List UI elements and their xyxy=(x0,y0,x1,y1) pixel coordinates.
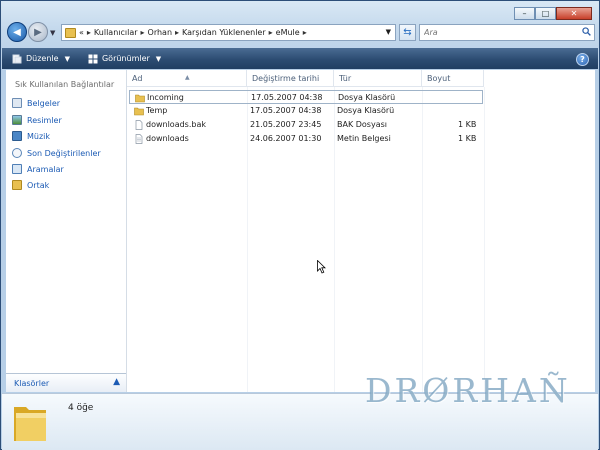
column-header-label: Boyut xyxy=(427,74,451,83)
music-icon xyxy=(12,131,22,141)
folder-icon xyxy=(65,27,76,38)
help-button[interactable]: ? xyxy=(576,53,589,66)
chevron-right-icon[interactable]: ▸ xyxy=(269,28,273,37)
breadcrumb-emule[interactable]: eMule xyxy=(276,28,300,37)
chevron-down-icon: ▼ xyxy=(64,54,70,63)
sidebar-item-resimler[interactable]: Resimler xyxy=(12,115,62,125)
sort-ascending-icon: ▲ xyxy=(185,74,190,81)
file-row-temp[interactable]: Temp 17.05.2007 04:38 Dosya Klasörü xyxy=(129,104,483,118)
views-icon xyxy=(88,54,98,63)
file-name: downloads.bak xyxy=(146,120,207,129)
column-divider xyxy=(484,87,485,392)
column-header-type[interactable]: Tür xyxy=(334,70,422,87)
chevron-right-icon[interactable]: ▸ xyxy=(175,28,179,37)
arrow-right-icon: ▶ xyxy=(34,26,42,38)
breadcrumb-orhan[interactable]: Orhan xyxy=(148,28,173,37)
file-date: 17.05.2007 04:38 xyxy=(251,93,323,102)
column-header-date[interactable]: Değiştirme tarihi xyxy=(247,70,334,87)
file-row-incoming[interactable]: Incoming 17.05.2007 04:38 Dosya Klasörü xyxy=(129,90,483,104)
sidebar-item-label: Son Değiştirilenler xyxy=(27,148,101,158)
recent-pages-dropdown-icon[interactable]: ▼ xyxy=(50,29,55,37)
chevron-down-icon: ▼ xyxy=(155,54,162,63)
folder-icon xyxy=(135,94,145,103)
file-date: 24.06.2007 01:30 xyxy=(250,134,322,143)
organize-label: Düzenle xyxy=(26,54,59,63)
breadcrumb-overflow[interactable]: « xyxy=(79,28,84,37)
file-type: BAK Dosyası xyxy=(337,120,387,129)
chevron-up-icon: ▲ xyxy=(113,377,120,387)
navigation-bar: ◀ ▶ ▼ « ▸ Kullanıcılar ▸ Orhan ▸ Karşıda… xyxy=(5,19,595,45)
pictures-icon xyxy=(12,115,22,125)
folders-label: Klasörler xyxy=(14,378,50,388)
organize-button[interactable]: Düzenle ▼ xyxy=(2,48,78,69)
file-date: 17.05.2007 04:38 xyxy=(250,106,322,115)
arrow-left-icon: ◀ xyxy=(13,26,21,38)
organize-icon xyxy=(12,54,22,63)
breadcrumb-kullanicilar[interactable]: Kullanıcılar xyxy=(94,28,138,37)
file-date: 21.05.2007 23:45 xyxy=(250,120,322,129)
sidebar-item-son-degistirilenler[interactable]: Son Değiştirilenler xyxy=(12,148,101,158)
views-label: Görünümler xyxy=(101,54,150,63)
refresh-icon: ⇆ xyxy=(403,27,412,38)
column-header-name[interactable]: Ad ▲ xyxy=(127,70,247,87)
column-header-label: Ad xyxy=(132,74,143,83)
search-box xyxy=(419,24,595,41)
searches-icon xyxy=(12,164,22,174)
text-file-icon xyxy=(135,134,143,144)
file-name: Temp xyxy=(146,106,168,115)
column-header-label: Tür xyxy=(339,74,352,83)
address-bar[interactable]: « ▸ Kullanıcılar ▸ Orhan ▸ Karşıdan Yükl… xyxy=(61,24,396,41)
file-type: Dosya Klasörü xyxy=(337,106,395,115)
sidebar-item-label: Müzik xyxy=(27,131,51,141)
item-count: 4 öğe xyxy=(68,403,94,413)
file-size: 1 KB xyxy=(458,134,477,143)
file-list: Ad ▲ Değiştirme tarihi Tür Boyut Incomin… xyxy=(127,70,595,392)
command-toolbar: Düzenle ▼ Görünümler ▼ ? xyxy=(2,48,598,69)
search-input[interactable] xyxy=(420,25,574,40)
sidebar-item-label: Belgeler xyxy=(27,98,61,108)
sidebar-item-label: Resimler xyxy=(27,115,62,125)
back-button[interactable]: ◀ xyxy=(7,22,27,42)
folder-icon xyxy=(134,107,144,116)
chevron-right-icon[interactable]: ▸ xyxy=(303,28,307,37)
file-size: 1 KB xyxy=(458,120,477,129)
sidebar-item-ortak[interactable]: Ortak xyxy=(12,180,49,190)
folders-toggle[interactable]: Klasörler ▲ xyxy=(6,373,126,392)
explorer-window: – □ ✕ ◀ ▶ ▼ « ▸ Kullanıcılar ▸ Orhan ▸ K… xyxy=(0,0,600,450)
forward-button[interactable]: ▶ xyxy=(28,22,48,42)
watermark-logo: DRØRHAÑ xyxy=(365,371,571,410)
file-icon xyxy=(135,120,143,130)
documents-icon xyxy=(12,98,22,108)
file-name: Incoming xyxy=(147,93,184,102)
views-button[interactable]: Görünümler ▼ xyxy=(78,48,169,69)
file-row-downloads-bak[interactable]: downloads.bak 21.05.2007 23:45 BAK Dosya… xyxy=(129,118,483,132)
sidebar-item-label: Aramalar xyxy=(27,164,64,174)
favorite-links-heading: Sık Kullanılan Bağlantılar xyxy=(15,80,115,89)
address-dropdown-icon[interactable]: ▼ xyxy=(386,28,391,36)
mouse-cursor-icon xyxy=(317,260,326,274)
breadcrumb-downloads[interactable]: Karşıdan Yüklenenler xyxy=(182,28,266,37)
column-header-size[interactable]: Boyut xyxy=(422,70,484,87)
refresh-button[interactable]: ⇆ xyxy=(399,24,416,41)
public-folder-icon xyxy=(12,180,22,190)
recent-icon xyxy=(12,148,22,158)
sidebar-item-label: Ortak xyxy=(27,180,50,190)
sidebar-item-muzik[interactable]: Müzik xyxy=(12,131,50,141)
file-name: downloads xyxy=(146,134,189,143)
file-row-downloads[interactable]: downloads 24.06.2007 01:30 Metin Belgesi… xyxy=(129,132,483,146)
file-type: Dosya Klasörü xyxy=(338,93,396,102)
sidebar-item-belgeler[interactable]: Belgeler xyxy=(12,98,60,108)
sidebar-item-aramalar[interactable]: Aramalar xyxy=(12,164,64,174)
folder-icon xyxy=(14,407,46,441)
file-type: Metin Belgesi xyxy=(337,134,391,143)
search-icon[interactable] xyxy=(582,27,591,36)
chevron-right-icon[interactable]: ▸ xyxy=(87,28,91,37)
chevron-right-icon[interactable]: ▸ xyxy=(141,28,145,37)
column-header-label: Değiştirme tarihi xyxy=(252,74,320,83)
navigation-pane: Sık Kullanılan Bağlantılar Belgeler Resi… xyxy=(6,70,127,392)
